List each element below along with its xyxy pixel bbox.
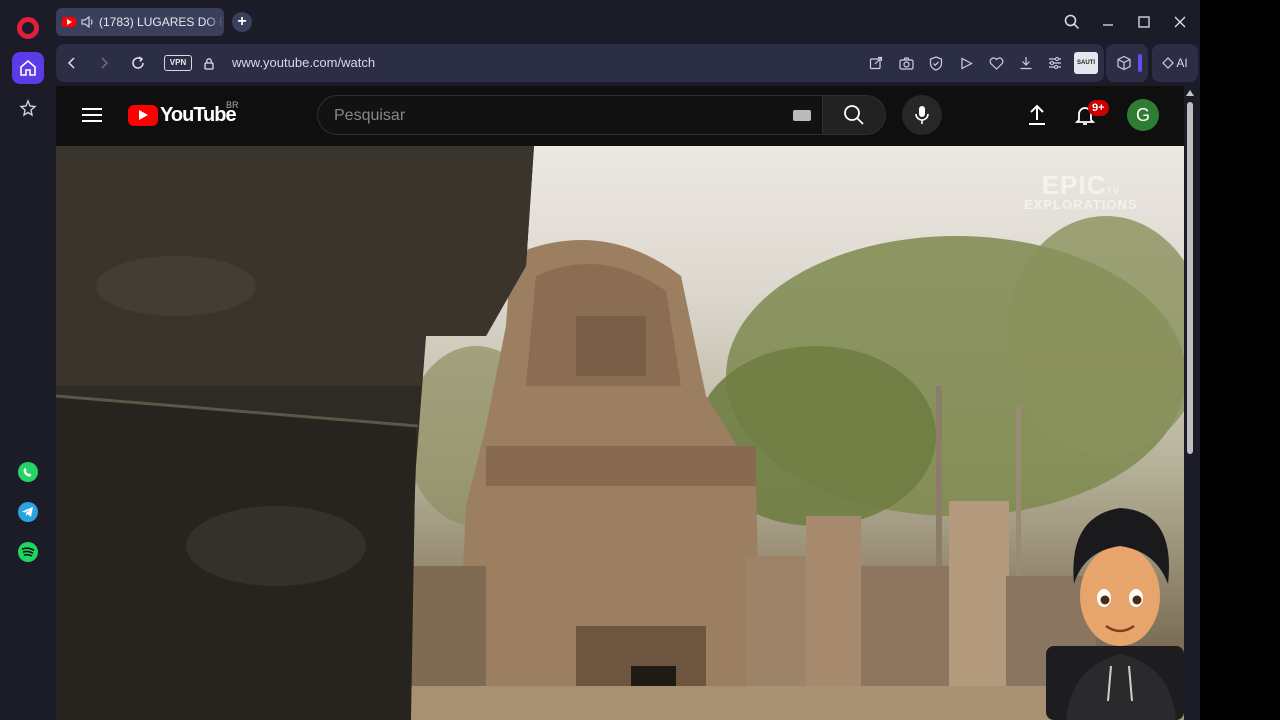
opera-sidebar <box>0 0 56 720</box>
url-field[interactable]: www.youtube.com/watch <box>232 55 375 70</box>
upload-icon <box>1029 104 1045 125</box>
lock-icon[interactable] <box>199 53 219 73</box>
address-bar: VPN www.youtube.com/watch SAUTI <box>56 44 1104 82</box>
desktop-background <box>1200 0 1280 720</box>
pinboard-star-icon <box>19 99 37 117</box>
voice-search-button[interactable] <box>902 95 942 135</box>
search-placeholder: Pesquisar <box>334 107 406 124</box>
close-button[interactable] <box>1170 12 1190 32</box>
guide-menu-button[interactable] <box>82 104 102 126</box>
avatar[interactable]: G <box>1127 99 1159 131</box>
scrollbar-thumb[interactable] <box>1187 102 1193 454</box>
scroll-up-arrow-icon[interactable] <box>1186 90 1194 96</box>
forward-button[interactable] <box>94 53 114 73</box>
sidebar-spotify-button[interactable] <box>12 536 44 568</box>
extension-indicator <box>1138 54 1142 72</box>
browser-search-button[interactable] <box>1062 12 1082 32</box>
video-player[interactable]: EPICTV EXPLORATIONS <box>56 146 1184 720</box>
close-icon <box>1174 16 1186 28</box>
speaker-icon[interactable] <box>81 16 95 28</box>
ai-spark-icon <box>1162 57 1175 69</box>
country-code: BR <box>226 100 239 110</box>
watermark-sub: EXPLORATIONS <box>1024 197 1138 212</box>
whatsapp-icon <box>18 462 38 482</box>
new-tab-button[interactable]: + <box>232 12 252 32</box>
spotify-icon <box>18 542 38 562</box>
search-button[interactable] <box>823 95 886 135</box>
extension-thumbnail[interactable]: SAUTI <box>1074 52 1098 74</box>
tab-bar: (1783) LUGARES DO P + <box>56 0 1200 44</box>
player-play-icon[interactable] <box>957 54 975 72</box>
tab-youtube[interactable]: (1783) LUGARES DO P <box>56 8 224 36</box>
youtube-logo[interactable]: YouTube <box>128 104 237 127</box>
easy-setup-icon[interactable] <box>1046 54 1064 72</box>
back-icon <box>67 57 75 69</box>
adblock-shield-icon[interactable] <box>927 54 945 72</box>
share-icon[interactable] <box>867 54 885 72</box>
minimize-icon <box>1103 24 1113 26</box>
youtube-masthead: YouTube BR Pesquisar 9+ G <box>56 86 1184 144</box>
microphone-icon <box>915 106 929 124</box>
sidebar-telegram-button[interactable] <box>12 496 44 528</box>
sidebar-home-button[interactable] <box>12 52 44 84</box>
aria-ai-button[interactable]: AI <box>1152 44 1198 82</box>
sidebar-pinboard-button[interactable] <box>12 92 44 124</box>
tab-title: (1783) LUGARES DO P <box>99 15 224 29</box>
sidebar-whatsapp-button[interactable] <box>12 456 44 488</box>
video-frame-scene <box>56 146 1184 720</box>
web-page: YouTube BR Pesquisar 9+ G EPICTV EXPLORA… <box>56 86 1184 720</box>
maximize-button[interactable] <box>1134 12 1154 32</box>
search-icon <box>844 105 864 125</box>
forward-icon <box>101 57 109 69</box>
search-input[interactable]: Pesquisar <box>317 95 823 135</box>
page-scrollbar[interactable] <box>1186 90 1194 720</box>
home-icon <box>20 59 36 76</box>
minimize-button[interactable] <box>1098 12 1118 32</box>
heart-icon[interactable] <box>987 54 1005 72</box>
vpn-badge[interactable]: VPN <box>164 55 192 71</box>
download-icon[interactable] <box>1017 54 1035 72</box>
telegram-icon <box>18 502 38 522</box>
cube-icon <box>1117 55 1131 71</box>
maximize-icon <box>1138 16 1150 28</box>
watermark-main: EPIC <box>1041 170 1107 200</box>
watermark-sup: TV <box>1106 186 1120 196</box>
keyboard-icon[interactable] <box>793 110 811 121</box>
reload-icon <box>132 56 144 69</box>
camera-icon[interactable] <box>897 54 915 72</box>
youtube-wordmark: YouTube <box>160 104 237 126</box>
youtube-play-icon <box>128 105 158 126</box>
search-icon <box>1064 14 1080 30</box>
browser-window: (1783) LUGARES DO P + VPN www.youtube.co… <box>0 0 1200 720</box>
back-button[interactable] <box>62 53 82 73</box>
reload-button[interactable] <box>128 53 148 73</box>
notifications-badge: 9+ <box>1088 100 1109 116</box>
create-button[interactable] <box>1024 102 1050 128</box>
youtube-favicon-icon <box>62 17 76 27</box>
extensions-button[interactable] <box>1106 44 1148 82</box>
channel-watermark: EPICTV EXPLORATIONS <box>1024 170 1138 212</box>
ai-label: AI <box>1176 56 1188 70</box>
opera-logo-icon[interactable] <box>17 17 39 39</box>
